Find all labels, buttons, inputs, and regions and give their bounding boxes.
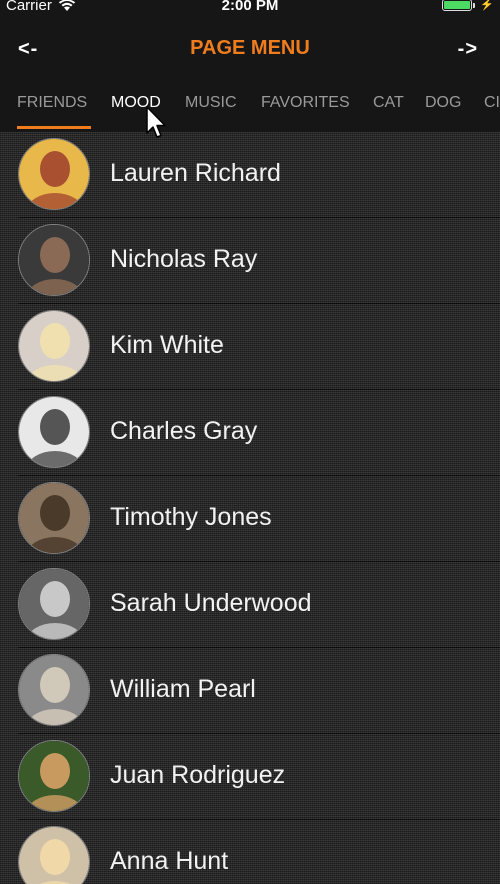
contact-name: Nicholas Ray [110, 245, 258, 273]
list-item[interactable]: Sarah Underwood [0, 562, 500, 648]
avatar [18, 482, 90, 554]
avatar [18, 138, 90, 210]
tab-dog[interactable]: DOG [425, 94, 461, 112]
battery-fill [444, 0, 471, 9]
list-item[interactable]: Kim White [0, 304, 500, 390]
tab-music[interactable]: MUSIC [185, 94, 237, 112]
tab-cat[interactable]: CAT [373, 94, 404, 112]
list-item[interactable]: Timothy Jones [0, 476, 500, 562]
tab-partial[interactable]: CI [484, 94, 500, 112]
avatar [18, 396, 90, 468]
contact-name: Sarah Underwood [110, 589, 312, 617]
contact-name: Timothy Jones [110, 503, 272, 531]
page-title: PAGE MENU [190, 37, 310, 59]
contact-name: Kim White [110, 331, 224, 359]
mouse-cursor-icon [146, 106, 168, 140]
contact-name: Juan Rodriguez [110, 761, 286, 789]
list-item[interactable]: Lauren Richard [0, 132, 500, 218]
charging-icon: ⚡ [480, 0, 494, 11]
active-tab-indicator [17, 126, 91, 129]
avatar [18, 310, 90, 382]
list-item[interactable]: Nicholas Ray [0, 218, 500, 304]
app-window: Carrier 2:00 PM ⚡ <- PAGE MENU -> FRIEND… [0, 0, 500, 884]
contact-name: Lauren Richard [110, 159, 281, 187]
list-item[interactable]: Anna Hunt [0, 820, 500, 884]
status-time: 2:00 PM [221, 0, 279, 14]
avatar [18, 740, 90, 812]
avatar [18, 568, 90, 640]
navigation-bar: <- PAGE MENU -> [0, 22, 500, 80]
avatar [18, 826, 90, 884]
tab-favorites[interactable]: FAVORITES [261, 94, 350, 112]
status-right: ⚡ [442, 0, 494, 11]
battery-icon [442, 0, 476, 11]
contact-list[interactable]: Lauren Richard Nicholas Ray Kim White Charl… [0, 132, 500, 884]
status-bar: Carrier 2:00 PM ⚡ [0, 0, 500, 16]
contact-name: William Pearl [110, 675, 256, 703]
list-item[interactable]: William Pearl [0, 648, 500, 734]
tab-bar: FRIENDS MOOD MUSIC FAVORITES CAT DOG CI [0, 86, 500, 132]
battery-tip [473, 2, 476, 8]
tab-friends[interactable]: FRIENDS [17, 94, 87, 112]
contact-name: Anna Hunt [110, 847, 229, 875]
list-item[interactable]: Juan Rodriguez [0, 734, 500, 820]
avatar [18, 224, 90, 296]
avatar [18, 654, 90, 726]
list-item[interactable]: Charles Gray [0, 390, 500, 476]
contact-name: Charles Gray [110, 417, 258, 445]
forward-button[interactable]: -> [458, 38, 478, 61]
